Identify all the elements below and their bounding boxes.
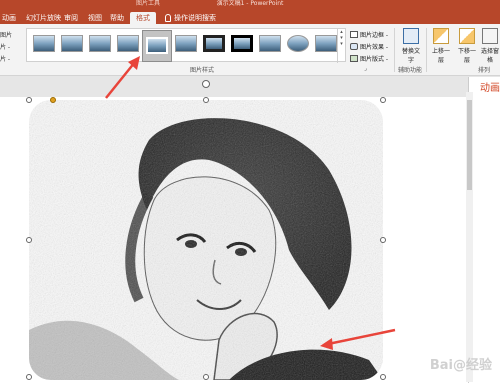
annotation-arrows (105, 56, 396, 350)
annotation-arrow-line (105, 61, 136, 99)
watermark-logo: Bai@经验 (429, 358, 492, 373)
arrowhead-icon (320, 338, 333, 350)
annotation-arrow-line (327, 328, 396, 346)
animation-pane-title: 动画 (480, 83, 500, 94)
scrollbar-thumb[interactable] (467, 100, 472, 190)
